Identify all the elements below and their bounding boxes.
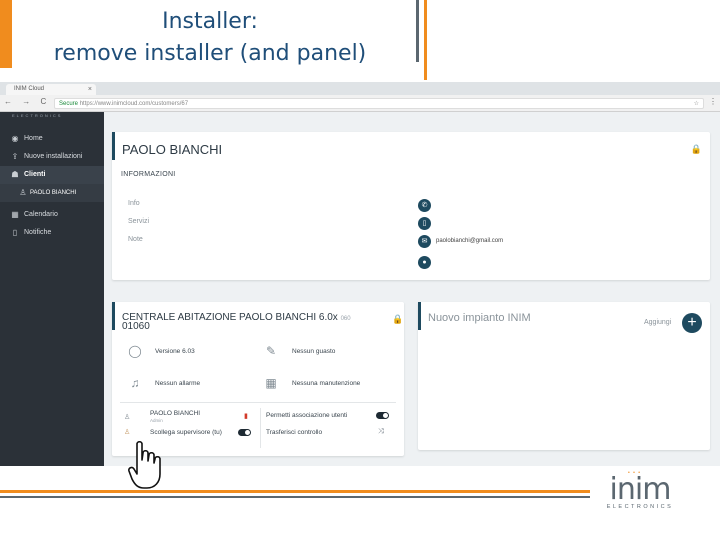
sidebar-item-calendar[interactable]: ▦ Calendario	[0, 206, 104, 224]
sidebar-item-customers[interactable]: ☗ Clienti	[0, 166, 104, 184]
tab-bar: INIM Cloud ×	[0, 82, 720, 95]
dashboard-icon: ◉	[11, 134, 19, 143]
footer-grey-line	[0, 496, 590, 498]
footer-orange-line	[0, 490, 590, 493]
field-services[interactable]: Servizi	[128, 218, 149, 225]
add-button[interactable]: +	[682, 313, 702, 333]
mail-icon[interactable]: ✉	[418, 235, 431, 248]
trash-icon[interactable]: ▮	[244, 412, 248, 420]
installer-role: Admin	[150, 418, 163, 423]
customer-name: PAOLO BIANCHI	[122, 142, 223, 157]
allow-user-association-label: Permetti associazione utenti	[266, 412, 348, 419]
sidebar-item-home[interactable]: ◉ Home	[0, 130, 104, 148]
add-label[interactable]: Aggiungi	[644, 319, 671, 326]
panel-version: Versione 6.03	[155, 348, 195, 355]
mobile-icon[interactable]: ▯	[418, 217, 431, 230]
slide-title-line-1: Installer:	[162, 9, 258, 34]
browser-tab-title: INIM Cloud	[14, 86, 45, 92]
star-icon[interactable]: ☆	[694, 99, 699, 109]
new-system-card: Nuovo impianto INIM Aggiungi +	[418, 302, 710, 450]
hand-cursor-icon	[128, 440, 161, 489]
logo-subtitle: ELECTRONICS	[606, 504, 674, 510]
sidebar-item-notifications[interactable]: ▯ Notifiche	[0, 224, 104, 242]
header-divider-grey	[416, 0, 419, 62]
disconnect-supervisor-label[interactable]: Scollega supervisore (tu)	[150, 429, 222, 436]
installer-user-icon: ♙	[124, 414, 131, 421]
slide-title-line-2: remove installer (and panel)	[53, 41, 367, 66]
phone-icon[interactable]: ✆	[418, 199, 431, 212]
slide-title: Installer: remove installer (and panel)	[0, 6, 420, 70]
bell-icon: ♫	[130, 376, 140, 390]
disconnect-supervisor-toggle[interactable]	[238, 429, 251, 436]
shuffle-icon[interactable]: ⤨	[378, 428, 384, 436]
sidebar-brand: ELECTRONICS	[12, 113, 63, 118]
customer-email: paolobianchi@gmail.com	[436, 238, 504, 244]
new-system-title: Nuovo impianto INIM	[428, 312, 531, 324]
panel-title-overflow: 01060	[122, 321, 150, 332]
browser-chrome: INIM Cloud × ← → C Secure https://www.in…	[0, 82, 720, 112]
installer-name: PAOLO BIANCHI	[150, 410, 201, 417]
card-accent	[112, 132, 115, 160]
address-bar: ← → C Secure https://www.inimcloud.com/c…	[0, 96, 720, 111]
header-divider-orange	[424, 0, 427, 80]
allow-user-association-toggle[interactable]	[376, 412, 389, 419]
info-section-label: INFORMAZIONI	[121, 171, 176, 178]
sidebar-item-label: Home	[24, 135, 43, 142]
url-text: https://www.inimcloud.com/customers/67	[79, 101, 189, 107]
app-screenshot: INIM Cloud × ← → C Secure https://www.in…	[0, 82, 720, 466]
version-icon: ◯	[128, 344, 142, 358]
panel-maintenance: Nessuna manutenzione	[292, 380, 361, 387]
panel-serial: 060	[340, 316, 351, 322]
sidebar-item-label: PAOLO BIANCHI	[30, 190, 77, 196]
secure-label: Secure	[59, 101, 79, 107]
card-accent	[112, 302, 115, 330]
field-info[interactable]: Info	[128, 200, 140, 207]
supervisor-user-icon: ♙	[124, 429, 131, 436]
sidebar-item-label: Notifiche	[24, 229, 52, 236]
panel-faults: Nessun guasto	[292, 348, 336, 355]
close-icon[interactable]: ×	[88, 84, 92, 95]
card-accent	[418, 302, 421, 330]
transfer-control-label[interactable]: Trasferisci controllo	[266, 429, 322, 436]
browser-tab[interactable]: INIM Cloud ×	[6, 84, 96, 95]
field-notes[interactable]: Note	[128, 236, 143, 243]
lock-icon: 🔒	[690, 144, 702, 154]
location-icon[interactable]: ●	[418, 256, 431, 269]
divider	[120, 402, 396, 403]
panel-alarms: Nessun allarme	[155, 380, 201, 387]
divider-vertical	[260, 408, 261, 448]
logo-word: inim	[609, 472, 672, 507]
inim-logo: • • • inim ELECTRONICS	[602, 470, 682, 518]
panel-card: CENTRALE ABITAZIONE PAOLO BIANCHI 6.0x 0…	[112, 302, 404, 456]
sidebar-item-label: Clienti	[24, 171, 46, 178]
wrench-icon: ✎	[265, 344, 277, 358]
customer-card: PAOLO BIANCHI 🔒 INFORMAZIONI Info Serviz…	[112, 132, 710, 280]
phone-icon: ▯	[12, 228, 18, 237]
sidebar-item-label: Nuove installazioni	[24, 153, 83, 160]
sidebar-item-label: Calendario	[24, 211, 58, 218]
new-install-icon: ⇪	[11, 152, 19, 161]
calendar-icon: ▦	[11, 210, 19, 219]
panel-title-text: CENTRALE ABITAZIONE PAOLO BIANCHI 6.0x	[122, 312, 338, 323]
sidebar: ELECTRONICS ◉ Home ⇪ Nuove installazioni…	[0, 112, 104, 466]
sidebar-item-new-installations[interactable]: ⇪ Nuove installazioni	[0, 148, 104, 166]
navigation-icons[interactable]: ← → C	[4, 97, 50, 106]
user-icon: ♙	[19, 188, 27, 197]
users-icon: ☗	[11, 170, 19, 179]
calendar-icon: ▦	[265, 376, 277, 390]
sidebar-item-customer-paolo-bianchi[interactable]: ♙ PAOLO BIANCHI	[0, 184, 104, 202]
lock-icon: 🔒	[392, 314, 404, 324]
panel-title: CENTRALE ABITAZIONE PAOLO BIANCHI 6.0x 0…	[122, 312, 351, 323]
url-input[interactable]: Secure https://www.inimcloud.com/custome…	[54, 98, 704, 109]
browser-menu-icon[interactable]: ⋮	[709, 97, 717, 106]
main-content: PAOLO BIANCHI 🔒 INFORMAZIONI Info Serviz…	[104, 112, 720, 466]
